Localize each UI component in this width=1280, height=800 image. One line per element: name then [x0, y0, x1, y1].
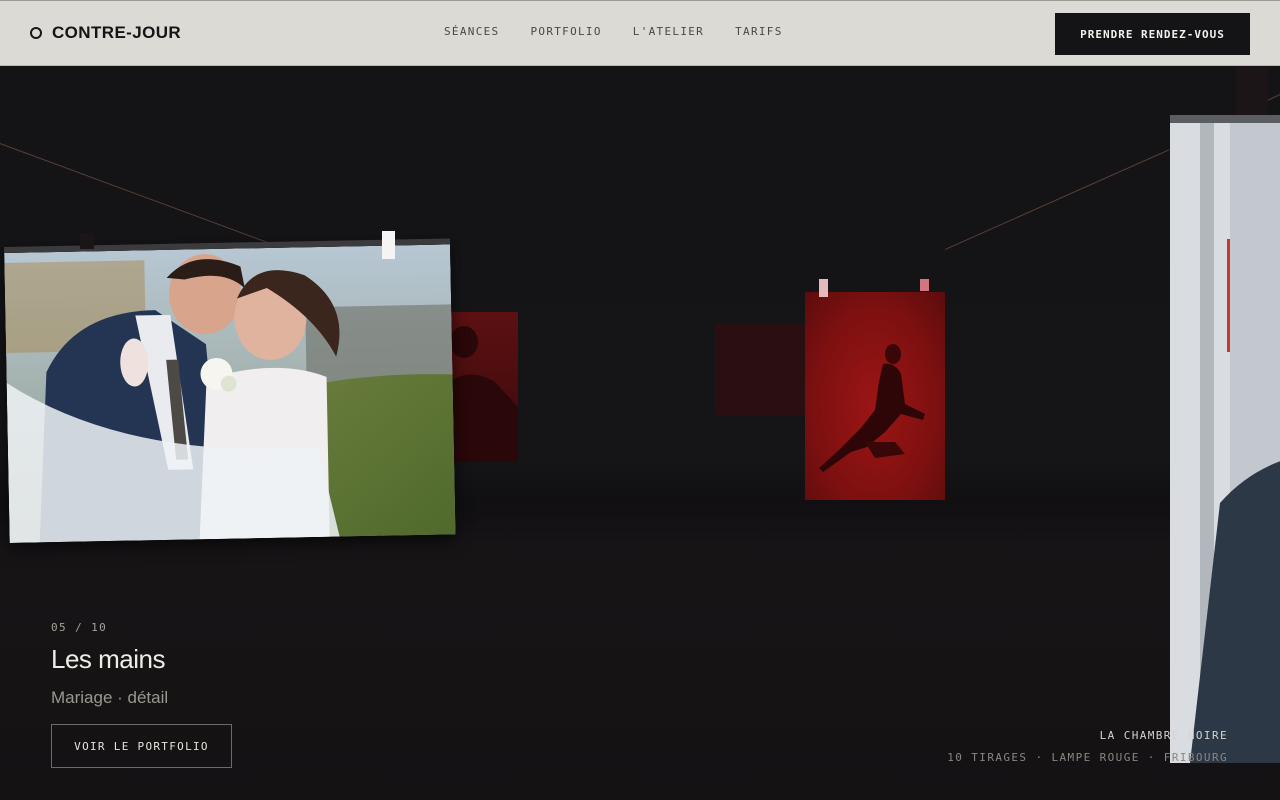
room-meta: 10 TIRAGES · LAMPE ROUGE · FRIBOURG: [947, 751, 1228, 764]
red-print-portrait-man[interactable]: [450, 312, 518, 462]
featured-print-wedding-couple[interactable]: [4, 238, 456, 543]
nav-item-portfolio[interactable]: PORTFOLIO: [530, 25, 601, 38]
main-nav: SÉANCES PORTFOLIO L'ATELIER TARIFS: [444, 25, 783, 38]
clothespin-pink-left: [819, 279, 828, 297]
site-header: CONTRE-JOUR SÉANCES PORTFOLIO L'ATELIER …: [0, 0, 1280, 66]
circle-logo-icon: [30, 27, 42, 39]
seated-woman-silhouette: [819, 344, 925, 472]
slide-counter: 05 / 10: [51, 621, 108, 634]
darkroom-gallery-scene[interactable]: [0, 67, 1280, 800]
clothesline-string-left: [0, 143, 277, 247]
slide-subtitle: Mariage · détail: [51, 688, 169, 707]
red-accent-bar: [1227, 239, 1230, 352]
book-appointment-button[interactable]: PRENDRE RENDEZ-VOUS: [1055, 13, 1250, 55]
clothespin-dark-left: [80, 233, 94, 249]
nav-item-atelier[interactable]: L'ATELIER: [633, 25, 704, 38]
portrait-man-photo: [1170, 123, 1280, 763]
brand-logo[interactable]: CONTRE-JOUR: [30, 23, 181, 43]
room-name: LA CHAMBRE NOIRE: [1099, 729, 1228, 742]
wedding-couple-photo: [4, 244, 456, 543]
clothespin-white: [382, 231, 395, 259]
view-portfolio-button[interactable]: VOIR LE PORTFOLIO: [51, 724, 232, 768]
red-print-seated-woman[interactable]: [805, 292, 945, 500]
nav-item-seances[interactable]: SÉANCES: [444, 25, 499, 38]
slide-title: Les mains: [51, 644, 166, 674]
clothespin-dark-right: [1236, 67, 1268, 121]
nav-item-tarifs[interactable]: TARIFS: [735, 25, 783, 38]
brand-name: CONTRE-JOUR: [52, 23, 182, 42]
clothesline-string-right: [945, 149, 1170, 250]
clothespin-pink-right: [920, 279, 929, 291]
red-print-faded[interactable]: [715, 323, 805, 415]
portrait-silhouette: [450, 326, 518, 462]
print-portrait-right-partial[interactable]: [1170, 115, 1280, 763]
